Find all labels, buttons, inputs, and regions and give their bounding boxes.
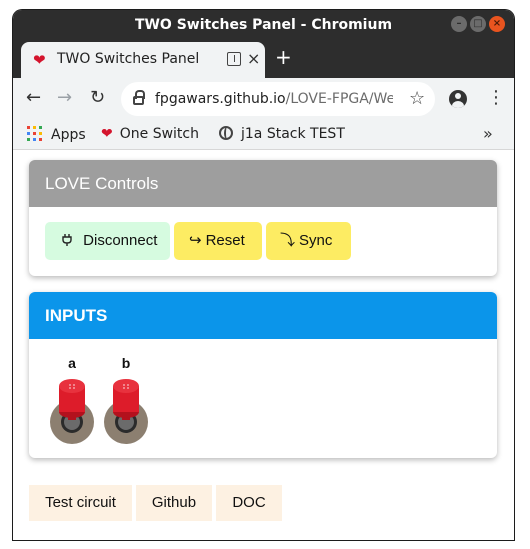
- browser-menu-icon[interactable]: ⋮: [487, 88, 505, 108]
- test-circuit-link[interactable]: Test circuit: [29, 485, 132, 521]
- new-tab-button[interactable]: +: [275, 47, 292, 67]
- plug-icon: [61, 232, 79, 249]
- github-link[interactable]: Github: [136, 485, 212, 521]
- love-controls-card: LOVE Controls Disconnect ↪ Reset ⤵ Sync: [29, 160, 497, 276]
- tab-title: TWO Switches Panel: [57, 51, 200, 67]
- love-controls-title: LOVE Controls: [29, 160, 497, 207]
- heart-icon: ❤: [33, 51, 46, 69]
- bookmarks-bar: Apps ❤ One Switch j1a Stack TEST »: [13, 120, 514, 150]
- switch-b[interactable]: b: [103, 350, 153, 450]
- lock-icon[interactable]: [133, 90, 145, 105]
- heart-icon: ❤: [101, 126, 113, 142]
- reset-button[interactable]: ↪ Reset: [174, 222, 262, 260]
- disconnect-label: Disconnect: [83, 232, 158, 249]
- disconnect-button[interactable]: Disconnect: [45, 222, 170, 260]
- switch-b-label: b: [121, 355, 131, 371]
- reader-mode-icon[interactable]: [227, 52, 241, 66]
- back-arrow-icon[interactable]: ←: [26, 88, 41, 108]
- browser-toolbar: ← → ↻ fpgawars.github.io/LOVE-FPGA/We...…: [13, 78, 514, 120]
- url-text[interactable]: fpgawars.github.io/LOVE-FPGA/We...: [155, 91, 393, 107]
- sync-label: Sync: [299, 232, 333, 249]
- address-bar[interactable]: fpgawars.github.io/LOVE-FPGA/We... ☆: [121, 82, 435, 116]
- forward-arrow-icon[interactable]: →: [57, 88, 72, 108]
- bookmark-label: j1a Stack TEST: [241, 126, 345, 142]
- switch-a-label: a: [68, 355, 76, 371]
- sync-button[interactable]: ⤵ Sync: [266, 222, 351, 260]
- switch-a[interactable]: a: [49, 350, 99, 450]
- profile-avatar-icon[interactable]: [449, 90, 467, 108]
- maximize-button[interactable]: □: [470, 16, 486, 32]
- bookmark-apps[interactable]: Apps: [27, 126, 86, 143]
- return-arrow-icon: ↪: [189, 232, 202, 249]
- bookmark-label: Apps: [51, 127, 86, 143]
- sync-arrow-icon: ⤵: [280, 232, 296, 249]
- page-content: LOVE Controls Disconnect ↪ Reset ⤵ Sync IN…: [13, 151, 514, 540]
- tab-strip: ❤ TWO Switches Panel × +: [13, 40, 514, 78]
- bookmark-star-icon[interactable]: ☆: [409, 88, 425, 109]
- reset-label: Reset: [205, 232, 245, 249]
- toggle-switch-icon[interactable]: [49, 376, 99, 446]
- url-host: fpgawars.github.io: [155, 91, 286, 107]
- tab-close-icon[interactable]: ×: [247, 49, 260, 68]
- bookmarks-overflow-icon[interactable]: »: [483, 124, 493, 143]
- browser-window: TWO Switches Panel - Chromium – □ × ❤ TW…: [13, 10, 514, 540]
- minimize-button[interactable]: –: [451, 16, 467, 32]
- doc-link[interactable]: DOC: [216, 485, 282, 521]
- tab-two-switches-panel[interactable]: ❤ TWO Switches Panel ×: [21, 42, 265, 78]
- bookmark-one-switch[interactable]: ❤ One Switch: [101, 126, 199, 142]
- inputs-card: INPUTS a b: [29, 292, 497, 458]
- reload-icon[interactable]: ↻: [90, 88, 105, 108]
- close-window-button[interactable]: ×: [489, 16, 505, 32]
- globe-icon: [219, 126, 233, 140]
- bookmark-label: One Switch: [119, 126, 199, 142]
- url-path: /LOVE-FPGA/We...: [285, 91, 393, 107]
- bookmark-j1a-stack-test[interactable]: j1a Stack TEST: [219, 126, 345, 142]
- toggle-switch-icon[interactable]: [103, 376, 153, 446]
- title-bar: TWO Switches Panel - Chromium – □ ×: [13, 10, 514, 40]
- apps-grid-icon: [27, 126, 42, 141]
- window-title: TWO Switches Panel - Chromium: [134, 17, 393, 33]
- inputs-title: INPUTS: [29, 292, 497, 339]
